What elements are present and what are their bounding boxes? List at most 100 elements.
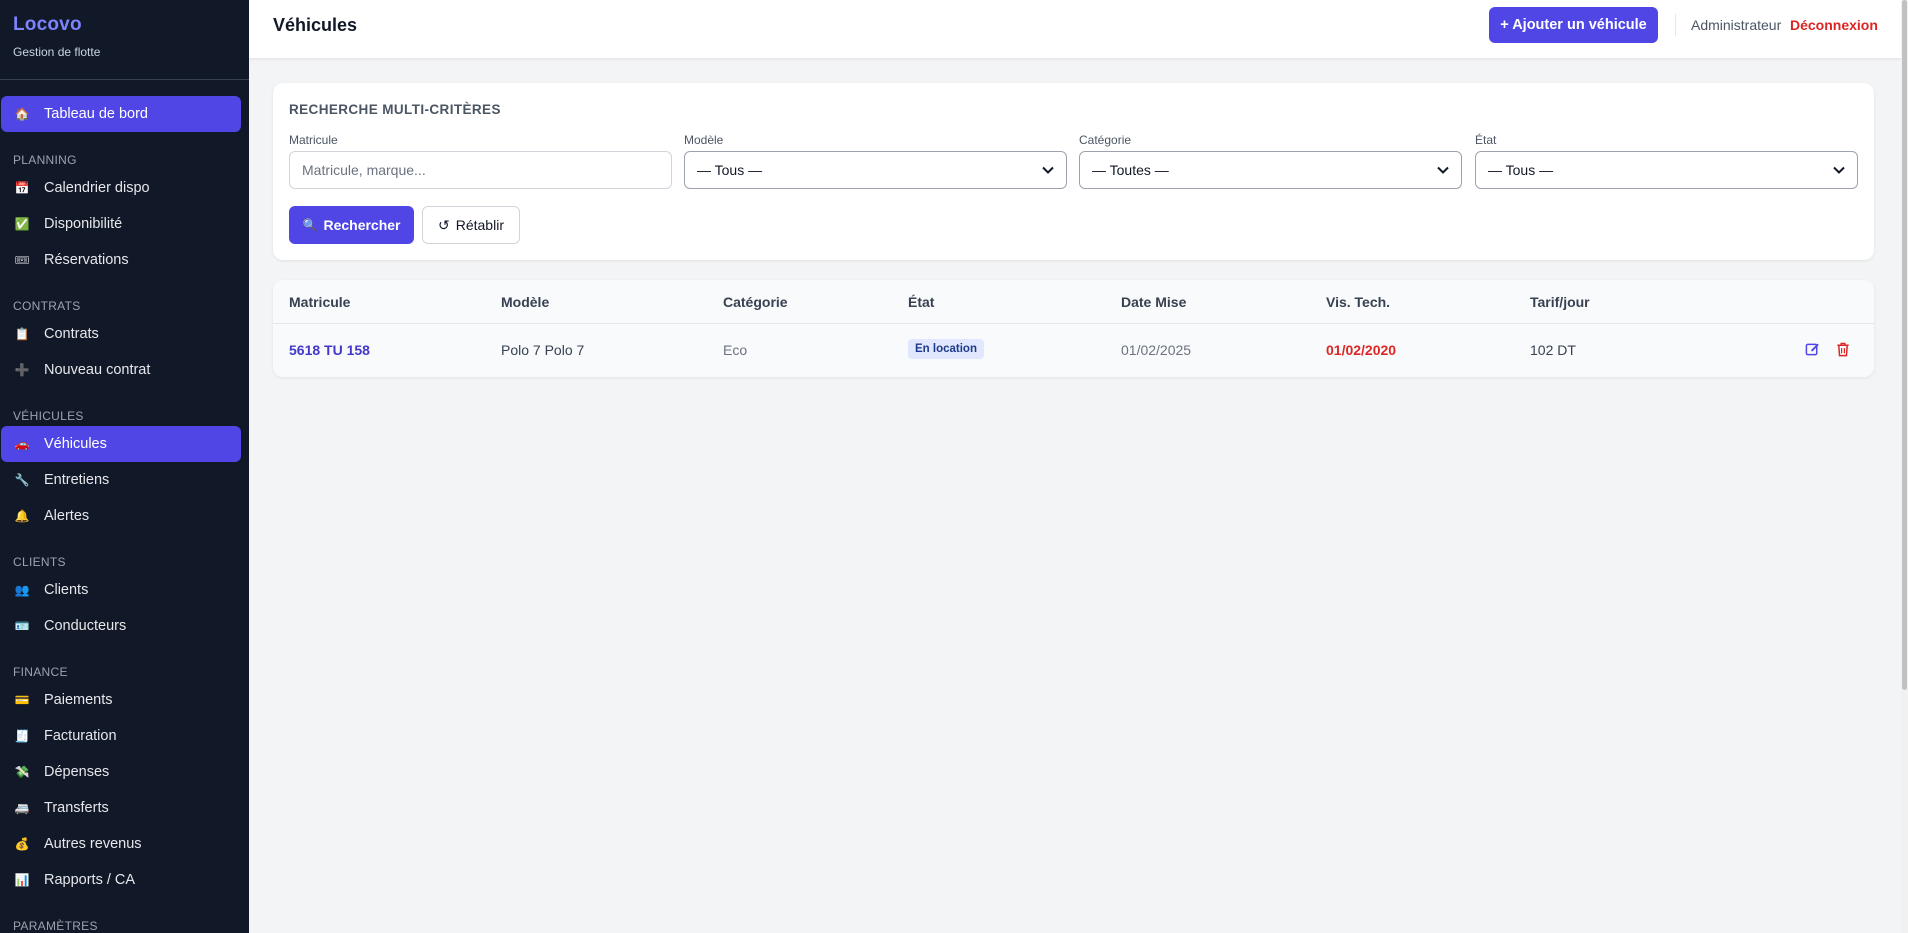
chevron-down-icon [1437, 163, 1449, 177]
clipboard-icon: 📋 [14, 327, 30, 341]
user-name: Administrateur [1691, 17, 1782, 33]
plus-icon: ➕ [14, 363, 30, 377]
modele-select-value: — Tous — [697, 162, 763, 178]
cell-vis-tech: 01/02/2020 [1326, 342, 1397, 358]
sidebar-item-label: Réservations [44, 252, 129, 268]
sidebar-item-rapports-ca[interactable]: 📊 Rapports / CA [1, 862, 241, 898]
categorie-select[interactable]: — Toutes — [1079, 151, 1462, 189]
sidebar-item-nouveau-contrat[interactable]: ➕ Nouveau contrat [1, 352, 241, 388]
col-etat[interactable]: État [908, 294, 934, 310]
cell-categorie: Eco [723, 342, 748, 358]
search-panel-title: Recherche multi-critères [289, 102, 501, 117]
col-modele[interactable]: Modèle [501, 294, 549, 310]
brand: Locovo Gestion de flotte [0, 0, 249, 80]
reset-icon: ↺ [438, 216, 450, 233]
sidebar-item-vehicules[interactable]: 🚗 Véhicules [1, 426, 241, 462]
sidebar-item-label: Tableau de bord [44, 106, 148, 122]
sidebar-item-label: Clients [44, 582, 89, 598]
scrollbar-thumb[interactable] [1902, 0, 1907, 690]
sidebar-item-paiements[interactable]: 💳 Paiements [1, 682, 241, 718]
id-card-icon: 🪪 [14, 619, 30, 633]
col-vis-tech[interactable]: Vis. Tech. [1326, 294, 1390, 310]
wrench-icon: 🔧 [14, 473, 30, 487]
col-categorie[interactable]: Catégorie [723, 294, 788, 310]
table-row: 5618 TU 158 Polo 7 Polo 7 Eco En locatio… [273, 324, 1874, 377]
chevron-down-icon [1833, 163, 1845, 177]
modele-label: Modèle [684, 133, 724, 147]
reset-button-label: Rétablir [455, 217, 504, 233]
sidebar-item-contrats[interactable]: 📋 Contrats [1, 316, 241, 352]
header-divider [1675, 14, 1676, 36]
search-icon: 🔍 [302, 218, 318, 232]
calendar-icon: 📅 [14, 181, 30, 195]
sidebar-section-label: Paramètres [13, 919, 98, 933]
app-logo-text[interactable]: Locovo [13, 14, 236, 36]
edit-icon[interactable] [1803, 340, 1821, 358]
sidebar-item-label: Autres revenus [44, 836, 142, 852]
sidebar-section-label: Véhicules [13, 409, 84, 423]
check-icon: ✅ [14, 217, 30, 231]
money-bag-icon: 💰 [14, 837, 30, 851]
search-panel: Recherche multi-critères Matricule Matri… [273, 83, 1874, 260]
chevron-down-icon [1042, 163, 1054, 177]
cell-matricule[interactable]: 5618 TU 158 [289, 342, 370, 358]
categorie-select-value: — Toutes — [1092, 162, 1169, 178]
users-icon: 👥 [14, 583, 30, 597]
sidebar-item-label: Disponibilité [44, 216, 123, 232]
sidebar-item-label: Rapports / CA [44, 872, 136, 888]
sidebar-item-label: Contrats [44, 326, 99, 342]
sidebar-item-depenses[interactable]: 💸 Dépenses [1, 754, 241, 790]
etat-select-value: — Tous — [1488, 162, 1554, 178]
sidebar-item-label: Transferts [44, 800, 109, 816]
sidebar-item-label: Nouveau contrat [44, 362, 151, 378]
sidebar-item-autres-revenus[interactable]: 💰 Autres revenus [1, 826, 241, 862]
etat-label: État [1475, 133, 1497, 147]
ticket-icon: 🎟 [14, 253, 30, 267]
sidebar-item-transferts[interactable]: 🚐 Transferts [1, 790, 241, 826]
cell-modele: Polo 7 Polo 7 [501, 342, 585, 358]
status-badge: En location [908, 339, 984, 359]
money-flying-icon: 💸 [14, 765, 30, 779]
app-subtitle: Gestion de flotte [13, 45, 101, 59]
sidebar-nav: 🏠 Tableau de bord Planning 📅 Calendrier disp… [0, 80, 249, 933]
sidebar-item-label: Alertes [44, 508, 90, 524]
etat-select[interactable]: — Tous — [1475, 151, 1858, 189]
sidebar-item-alertes[interactable]: 🔔 Alertes [1, 498, 241, 534]
sidebar-item-tableau-de-bord[interactable]: 🏠 Tableau de bord [1, 96, 241, 132]
sidebar-section-label: Contrats [13, 299, 81, 313]
sidebar-item-label: Calendrier dispo [44, 180, 150, 196]
sidebar-item-label: Dépenses [44, 764, 110, 780]
matricule-placeholder: Matricule, marque... [302, 162, 426, 178]
search-button[interactable]: 🔍 Rechercher [289, 206, 414, 244]
col-tarif[interactable]: Tarif/jour [1530, 294, 1590, 310]
car-icon: 🚗 [14, 437, 30, 451]
col-date-mise[interactable]: Date Mise [1121, 294, 1186, 310]
sidebar: Locovo Gestion de flotte 🏠 Tableau de bor… [0, 0, 249, 933]
sidebar-section-label: Planning [13, 153, 77, 167]
modele-select[interactable]: — Tous — [684, 151, 1067, 189]
bar-chart-icon: 📊 [14, 873, 30, 887]
matricule-input[interactable]: Matricule, marque... [289, 151, 672, 189]
col-matricule[interactable]: Matricule [289, 294, 350, 310]
cell-tarif: 102 DT [1530, 342, 1576, 358]
bell-icon: 🔔 [14, 509, 30, 523]
sidebar-item-clients[interactable]: 👥 Clients [1, 572, 241, 608]
sidebar-section-label: Clients [13, 555, 66, 569]
reset-button[interactable]: ↺ Rétablir [422, 206, 520, 244]
cell-date-mise: 01/02/2025 [1121, 342, 1192, 358]
sidebar-item-label: Entretiens [44, 472, 110, 488]
table-header: Matricule Modèle Catégorie État Date Mis… [273, 280, 1874, 324]
page-title: Véhicules [273, 15, 358, 35]
sidebar-item-facturation[interactable]: 🧾 Facturation [1, 718, 241, 754]
sidebar-item-calendrier-dispo[interactable]: 📅 Calendrier dispo [1, 170, 241, 206]
trash-icon[interactable] [1834, 340, 1852, 358]
sidebar-item-entretiens[interactable]: 🔧 Entretiens [1, 462, 241, 498]
sidebar-item-label: Conducteurs [44, 618, 127, 634]
sidebar-item-disponibilite[interactable]: ✅ Disponibilité [1, 206, 241, 242]
top-header: Véhicules + Ajouter un véhicule Administ… [249, 0, 1901, 59]
bus-icon: 🚐 [14, 801, 30, 815]
logout-link[interactable]: Déconnexion [1790, 17, 1878, 33]
add-vehicle-button[interactable]: + Ajouter un véhicule [1489, 7, 1658, 43]
sidebar-item-reservations[interactable]: 🎟 Réservations [1, 242, 241, 278]
sidebar-item-conducteurs[interactable]: 🪪 Conducteurs [1, 608, 241, 644]
